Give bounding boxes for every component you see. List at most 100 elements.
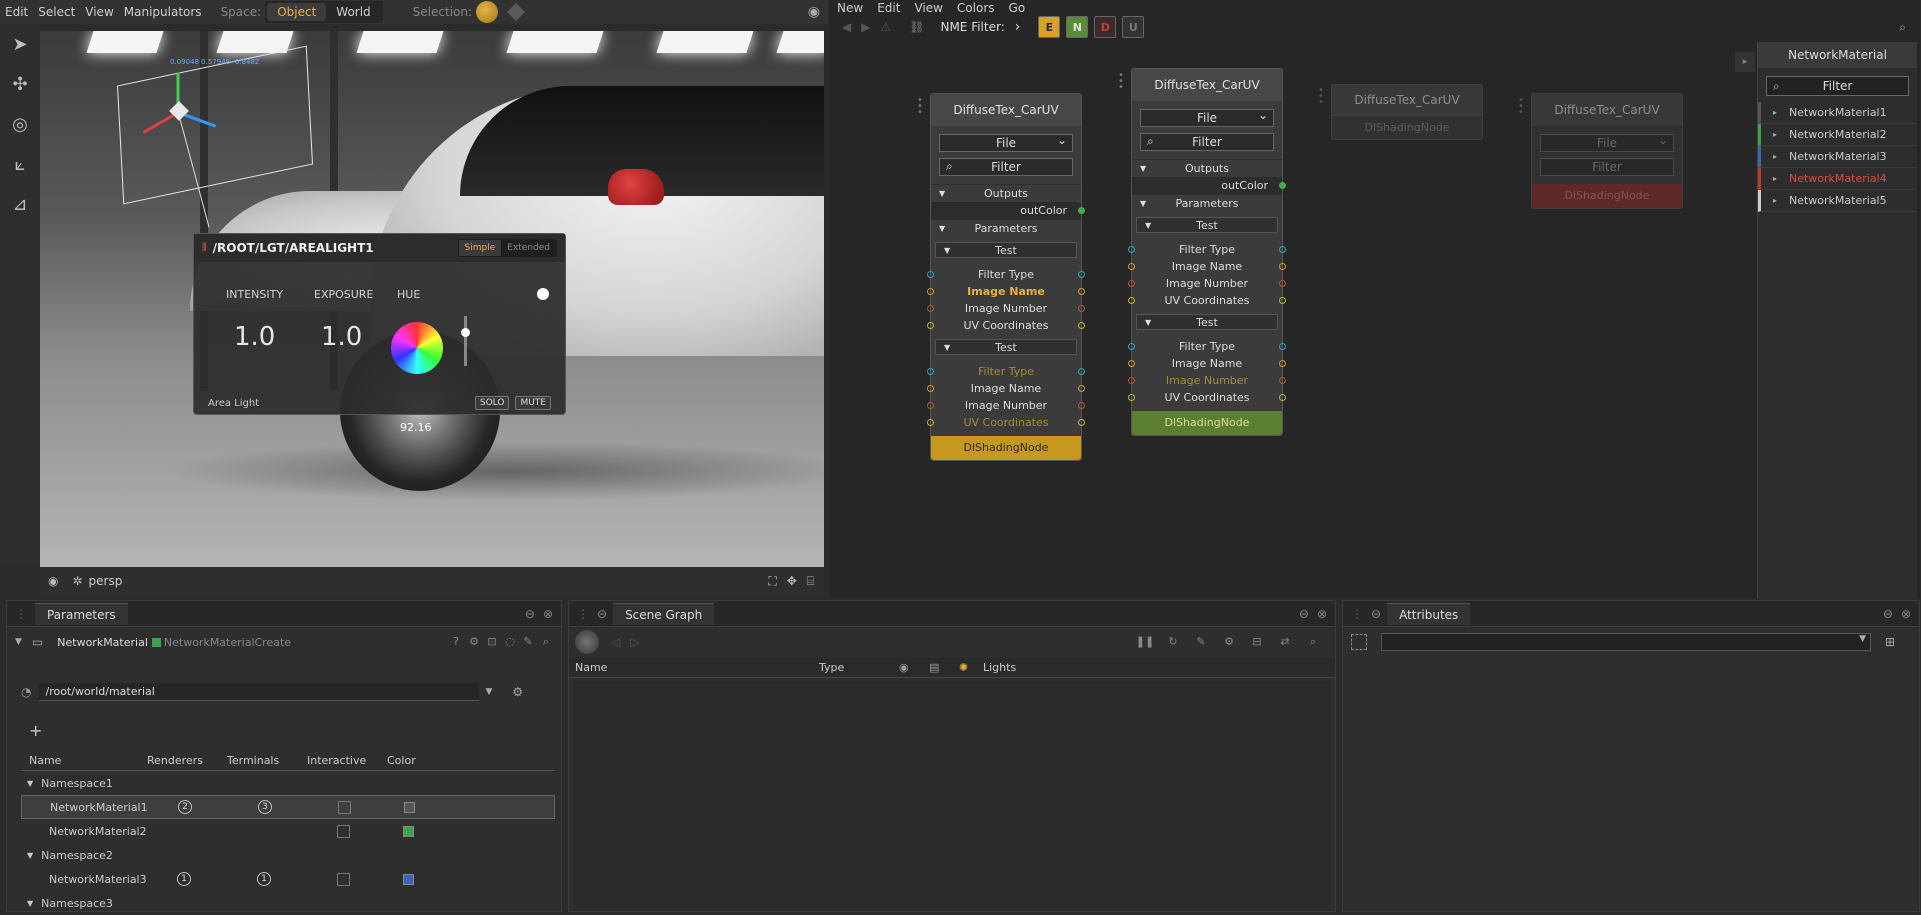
table-row[interactable]: NetworkMaterial1 2 3 xyxy=(21,795,555,819)
namespace-row[interactable]: ▼ Namespace2 xyxy=(21,843,555,867)
file-dropdown[interactable]: File xyxy=(939,132,1073,152)
attribute-location-select[interactable]: ▼ xyxy=(1381,633,1871,651)
mode-extended-button[interactable]: Extended xyxy=(501,240,556,256)
float-icon[interactable]: ⊖ xyxy=(597,607,607,621)
output-port[interactable] xyxy=(1078,288,1085,295)
param-row[interactable]: UV Coordinates xyxy=(927,414,1085,431)
collapse-icon[interactable]: ▼ xyxy=(27,899,33,908)
input-port[interactable] xyxy=(1128,394,1135,401)
output-port[interactable] xyxy=(1279,280,1286,287)
drag-handle-icon[interactable]: ⋮ xyxy=(577,607,589,621)
tab-scene-graph[interactable]: Scene Graph xyxy=(613,602,715,625)
param-row[interactable]: Filter Type xyxy=(927,363,1085,380)
node-handle-icon[interactable]: • • • xyxy=(1318,86,1324,108)
wrench-icon[interactable]: ✎ xyxy=(519,635,537,649)
tab-attributes[interactable]: Attributes xyxy=(1387,602,1471,625)
output-port[interactable] xyxy=(1078,305,1085,312)
float-icon[interactable]: ⊖ xyxy=(1883,607,1893,621)
node-name[interactable]: NetworkMaterial xyxy=(57,636,148,649)
output-port[interactable] xyxy=(1279,182,1286,189)
input-port[interactable] xyxy=(1128,246,1135,253)
col-name[interactable]: Name xyxy=(569,661,819,674)
close-icon[interactable]: ⊗ xyxy=(1317,607,1327,621)
dropdown-icon[interactable]: ▼ xyxy=(485,687,492,697)
eye-column-icon[interactable]: ◉ xyxy=(899,661,929,674)
nm-list-item[interactable]: NetworkMaterial4 xyxy=(1758,168,1917,190)
input-port[interactable] xyxy=(1128,360,1135,367)
nme-menu-view[interactable]: View xyxy=(907,1,949,15)
drag-handle-icon[interactable]: ⋮ xyxy=(15,607,27,621)
output-port[interactable] xyxy=(1078,402,1085,409)
node-handle-icon[interactable]: • • • xyxy=(1118,71,1124,93)
param-row[interactable]: Filter Type xyxy=(1128,338,1286,355)
pen-icon[interactable]: ✎ xyxy=(1187,635,1215,649)
file-dropdown[interactable]: File xyxy=(1540,132,1674,152)
lights-column-icon[interactable]: ✺ xyxy=(959,661,983,674)
output-port[interactable] xyxy=(1279,377,1286,384)
nm-list-item[interactable]: NetworkMaterial3 xyxy=(1758,146,1917,168)
tab-parameters[interactable]: Parameters xyxy=(35,602,128,625)
col-lights[interactable]: Lights xyxy=(983,661,1016,674)
input-port[interactable] xyxy=(927,322,934,329)
param-row[interactable]: Image Name xyxy=(927,380,1085,397)
out-color-port[interactable]: outColor xyxy=(931,202,1085,219)
chevron-right-icon[interactable]: › xyxy=(1015,19,1021,35)
back-icon[interactable]: ◁ xyxy=(611,635,620,649)
intensity-value[interactable]: 1.0 xyxy=(234,322,275,352)
mode-simple-button[interactable]: Simple xyxy=(458,240,502,256)
param-row[interactable]: Image Number xyxy=(1128,275,1286,292)
sync-icon[interactable]: ⇄ xyxy=(1271,635,1299,649)
float-icon[interactable]: ⊖ xyxy=(1299,607,1309,621)
output-port[interactable] xyxy=(1078,322,1085,329)
namespace-row[interactable]: ▼ Namespace1 xyxy=(21,771,555,795)
camera-name[interactable]: persp xyxy=(89,574,123,588)
param-group[interactable]: ▼ Test xyxy=(1136,314,1278,330)
shading-node-ghost[interactable]: DiffuseTex_CarUV File Filter DlShadingNo… xyxy=(1531,93,1683,209)
forward-icon[interactable]: ▷ xyxy=(630,635,639,649)
output-port[interactable] xyxy=(1279,263,1286,270)
input-port[interactable] xyxy=(927,385,934,392)
collapse-icon[interactable]: ▼ xyxy=(27,779,33,788)
interactive-checkbox[interactable] xyxy=(337,872,350,886)
param-row[interactable]: Image Number xyxy=(927,397,1085,414)
output-port[interactable] xyxy=(1078,419,1085,426)
outputs-section[interactable]: ▼ Outputs xyxy=(1132,159,1282,177)
back-icon[interactable]: ◀ xyxy=(842,20,851,34)
output-port[interactable] xyxy=(1078,368,1085,375)
camera-icon[interactable]: ✲ xyxy=(72,574,82,588)
output-port[interactable] xyxy=(1279,246,1286,253)
space-world-button[interactable]: World xyxy=(326,3,380,21)
shading-node-ghost[interactable]: DiffuseTex_CarUV DlShadingNode xyxy=(1331,84,1483,140)
eye-icon[interactable]: ◉ xyxy=(808,4,820,20)
param-row[interactable]: UV Coordinates xyxy=(1128,389,1286,406)
pause-icon[interactable]: ❚❚ xyxy=(1131,635,1159,649)
hue-wheel[interactable] xyxy=(391,322,443,374)
output-port[interactable] xyxy=(1279,297,1286,304)
shading-node[interactable]: DiffuseTex_CarUV File ⌕ Filter ▼ Outputs outCo… xyxy=(1128,68,1286,436)
node-handle-icon[interactable]: • • • xyxy=(917,96,923,118)
scene-graph-tree[interactable] xyxy=(573,681,1331,911)
options-icon[interactable]: ⊞ xyxy=(1885,635,1895,649)
param-group[interactable]: ▼ Test xyxy=(935,339,1077,355)
output-port[interactable] xyxy=(1279,394,1286,401)
input-port[interactable] xyxy=(927,419,934,426)
color-swatch[interactable] xyxy=(403,825,414,837)
nme-menu-colors[interactable]: Colors xyxy=(950,1,1002,15)
search-icon[interactable]: ⌕ xyxy=(537,635,555,649)
node-title[interactable]: DiffuseTex_CarUV xyxy=(1132,69,1282,101)
collapse-panel-button[interactable]: ▸ xyxy=(1735,52,1755,72)
render-column-icon[interactable]: ▤ xyxy=(929,661,959,674)
viewer-menu-select[interactable]: Select xyxy=(33,5,80,19)
path-field[interactable]: /root/world/material xyxy=(39,683,480,701)
comment-icon[interactable]: ◌ xyxy=(501,635,519,649)
param-row[interactable]: Image Number xyxy=(927,300,1085,317)
translate-tool-icon[interactable]: ✣ xyxy=(0,64,40,104)
search-icon[interactable]: ⌕ xyxy=(1899,20,1906,35)
float-icon[interactable]: ⊖ xyxy=(525,607,535,621)
output-port[interactable] xyxy=(1279,360,1286,367)
output-port[interactable] xyxy=(1078,385,1085,392)
namespace-row[interactable]: ▼ Namespace3 xyxy=(21,891,555,915)
output-port[interactable] xyxy=(1078,207,1085,214)
solo-button[interactable]: SOLO xyxy=(474,396,510,410)
viewer-menu-edit[interactable]: Edit xyxy=(0,5,33,19)
